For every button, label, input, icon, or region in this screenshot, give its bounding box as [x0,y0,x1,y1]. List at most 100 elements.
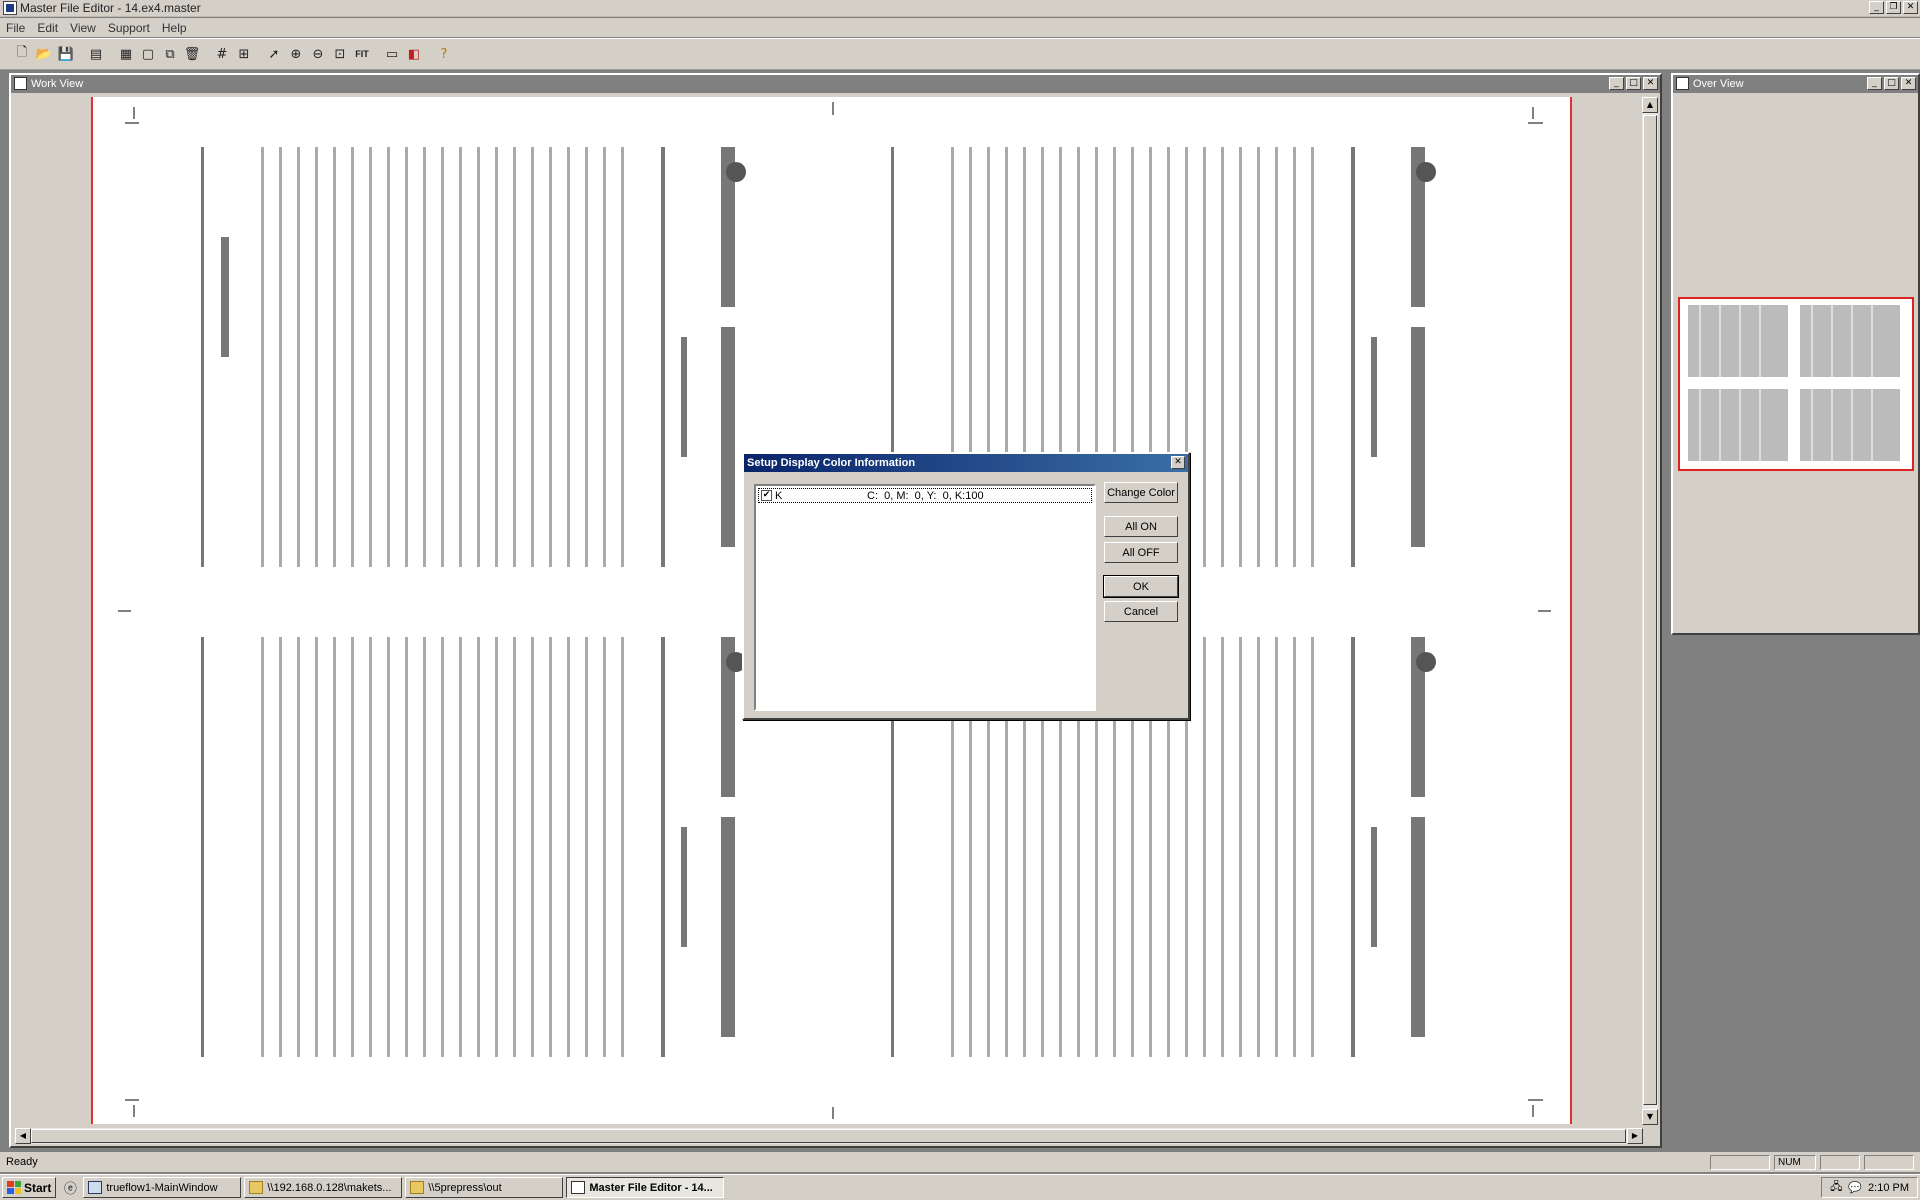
cancel-button[interactable]: Cancel [1104,601,1178,622]
status-bar: Ready NUM [0,1152,1920,1172]
color-list-item[interactable]: ✔ K C: 0, M: 0, Y: 0, K:100 [758,488,1092,503]
new-icon[interactable]: 🗋 [12,44,32,64]
work-view-title: Work View [31,78,84,90]
status-pane-empty [1864,1155,1914,1170]
app-icon [3,1,17,15]
menu-support[interactable]: Support [108,21,150,35]
taskbar-task-label: Master File Editor - 14... [589,1181,713,1194]
folder-icon [249,1181,264,1194]
grid-icon[interactable]: # [212,44,232,64]
window-icon[interactable]: ▢ [138,44,158,64]
maximize-icon[interactable]: □ [1884,77,1899,90]
scroll-left-icon[interactable]: ◀ [15,1128,31,1144]
imposed-page-1 [161,137,761,577]
tile-icon[interactable]: ⧉ [160,44,180,64]
over-view-thumbnail[interactable] [1678,297,1914,471]
minimize-icon[interactable]: _ [1609,77,1624,90]
print-icon[interactable]: ▤ [86,44,106,64]
folder-icon [410,1181,425,1194]
over-view-body[interactable] [1675,97,1916,631]
color-list[interactable]: ✔ K C: 0, M: 0, Y: 0, K:100 [754,484,1096,711]
ie-icon[interactable]: ⓔ [60,1178,80,1198]
fit-button[interactable]: FIT [352,44,372,64]
taskbar-task[interactable]: trueflow1-MainWindow [83,1177,242,1198]
status-pane-empty [1710,1155,1770,1170]
toolbar: 🗋 📂 💾 ▤ ▦ ▢ ⧉ 🗑 # ⊞ ➚ ⊕ ⊖ ⊡ FIT ▭ ◧ ? [0,38,1920,70]
color-icon[interactable]: ◧ [404,44,424,64]
windows-logo-icon [7,1181,21,1194]
scroll-up-icon[interactable]: ▲ [1642,97,1658,113]
menu-file[interactable]: File [6,21,25,35]
scroll-down-icon[interactable]: ▼ [1642,1109,1658,1125]
dialog-caption: Setup Display Color Information ✕ [744,454,1188,472]
window-icon [88,1181,103,1194]
maximize-icon[interactable]: □ [1626,77,1641,90]
dialog-title: Setup Display Color Information [747,457,916,469]
imposed-page-3 [161,627,761,1067]
over-view-caption: Over View _ □ ✕ [1673,75,1918,93]
taskbar-task-label: \\192.168.0.128\makets... [267,1181,392,1194]
page-content-graphic [201,637,746,1057]
setup-display-color-dialog: Setup Display Color Information ✕ ✔ K C:… [742,452,1190,720]
color-name: K [775,489,783,502]
thumbnail-graphic [1688,305,1900,461]
taskbar-task[interactable]: \\5prepress\out [405,1177,564,1198]
zoom-in-icon[interactable]: ⊕ [286,44,306,64]
all-on-button[interactable]: All ON [1104,516,1178,537]
minimize-icon[interactable]: _ [1869,1,1884,14]
network-icon[interactable]: 🖧 [1830,1178,1842,1197]
zoom-out-icon[interactable]: ⊖ [308,44,328,64]
start-label: Start [24,1180,52,1195]
restore-icon[interactable]: ❐ [1886,1,1901,14]
work-view-caption: Work View _ □ ✕ [11,75,1660,93]
close-icon[interactable]: ✕ [1901,77,1916,90]
zoom-box-icon[interactable]: ⊡ [330,44,350,64]
delete-icon[interactable]: 🗑 [182,44,202,64]
taskbar-task-label: \\5prepress\out [428,1181,502,1194]
color-checkbox[interactable]: ✔ [761,490,772,501]
status-pane-empty [1820,1155,1860,1170]
vertical-scroll-thumb[interactable] [1643,115,1657,1105]
color-value: C: 0, M: 0, Y: 0, K:100 [867,489,984,502]
app-icon [571,1181,586,1194]
close-icon[interactable]: ✕ [1903,1,1918,14]
ruler-icon[interactable]: ▭ [382,44,402,64]
start-button[interactable]: Start [2,1177,57,1198]
work-view-icon [14,77,27,90]
taskbar-task-active[interactable]: Master File Editor - 14... [566,1177,725,1198]
page-content-graphic [201,147,746,567]
minimize-icon[interactable]: _ [1867,77,1882,90]
horizontal-scroll-thumb[interactable] [31,1129,1626,1143]
messenger-icon[interactable]: 💬 [1848,1181,1862,1194]
clock[interactable]: 2:10 PM [1868,1182,1909,1194]
open-icon[interactable]: 📂 [34,44,54,64]
menubar: File Edit View Support Help [0,18,1920,37]
change-color-button[interactable]: Change Color [1104,482,1178,503]
over-view-title: Over View [1693,78,1744,90]
menu-help[interactable]: Help [162,21,187,35]
menu-view[interactable]: View [70,21,96,35]
over-view-icon [1676,77,1689,90]
taskbar-task-label: trueflow1-MainWindow [106,1181,218,1194]
close-icon[interactable]: ✕ [1643,77,1658,90]
layout-icon[interactable]: ▦ [116,44,136,64]
horizontal-scrollbar[interactable]: ◀ ▶ [15,1128,1643,1144]
app-title: Master File Editor - 14.ex4.master [20,1,201,15]
system-tray: 🖧 💬 2:10 PM [1821,1177,1918,1198]
taskbar-task[interactable]: \\192.168.0.128\makets... [244,1177,403,1198]
pointer-icon[interactable]: ➚ [264,44,284,64]
close-icon[interactable]: ✕ [1171,456,1185,469]
vertical-scrollbar[interactable]: ▲ ▼ [1642,97,1658,1125]
status-text: Ready [6,1156,38,1168]
taskbar: Start ⓔ trueflow1-MainWindow \\192.168.0… [0,1174,1920,1200]
grid-fine-icon[interactable]: ⊞ [234,44,254,64]
app-titlebar: Master File Editor - 14.ex4.master _ ❐ ✕ [0,0,1920,17]
ok-button[interactable]: OK [1103,575,1179,598]
all-off-button[interactable]: All OFF [1104,542,1178,563]
menu-edit[interactable]: Edit [37,21,58,35]
save-icon[interactable]: 💾 [56,44,76,64]
help-icon[interactable]: ? [434,44,454,64]
status-num: NUM [1774,1155,1816,1170]
over-view-window: Over View _ □ ✕ [1671,73,1920,635]
scroll-right-icon[interactable]: ▶ [1627,1128,1643,1144]
